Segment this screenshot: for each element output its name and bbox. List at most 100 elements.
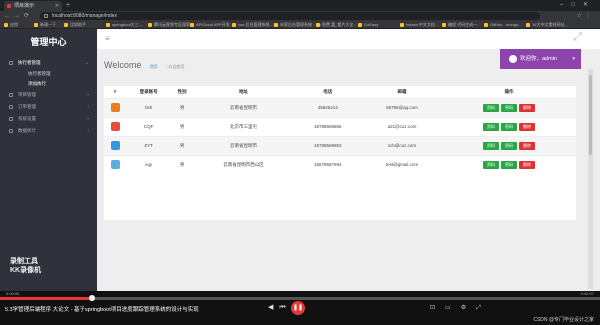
tab-title: 项目演示: [14, 3, 35, 9]
actions-cell: 资料 密码 删除: [442, 154, 576, 174]
progress-fill: [0, 297, 93, 300]
column-header: #: [113, 89, 117, 95]
sidebar-group-label: 订单管理: [18, 104, 36, 109]
bookmark-item[interactable]: APICloud APP开发...: [190, 21, 233, 29]
edit-button[interactable]: 资料: [483, 141, 500, 150]
bookmark-item[interactable]: 应用: [4, 21, 18, 29]
gender-cell: 男: [170, 116, 194, 136]
bookmark-item[interactable]: vue 后台管理系统 - 2...: [232, 21, 279, 29]
bookmark-item[interactable]: springboot大三-...: [106, 21, 143, 29]
progress-bar[interactable]: [0, 295, 600, 301]
sidebar-group-label: 数据统计: [18, 128, 36, 133]
app-area: 管理中心 执行者管理 ⌄ 执行者管理 添加执行 项目管理 › 订单管理 › 系统设置 › 数据统计 ›…: [0, 29, 600, 291]
address-bar-row: ←→⟳ localhost:8080/manage/index ☆⋮: [0, 11, 600, 21]
video-player-bar: 0:09:50 0:42:07 5.3学管理后端程序 大论文 - 基于sprin…: [0, 291, 600, 325]
sidebar-subitem[interactable]: 添加执行: [0, 79, 97, 89]
user-avatar-icon: [110, 122, 120, 131]
sidebar-group-label: 项目管理: [18, 92, 36, 97]
menu-icon: [9, 117, 13, 121]
user-avatar-icon: [110, 160, 120, 170]
bookmark-item[interactable]: 免费 富_看片大全...: [316, 21, 357, 29]
email-cell: a21@cuz.com: [361, 116, 443, 136]
sidebar-group[interactable]: 执行者管理 ⌄: [0, 57, 97, 69]
info-icon: [44, 14, 48, 18]
extension-icons[interactable]: ☆⋮: [577, 11, 594, 21]
bookmark-item[interactable]: 16大中文素材网站...: [526, 21, 568, 29]
tab-favicon-icon: [7, 4, 11, 8]
avatar-cell: [104, 97, 127, 117]
url-input[interactable]: localhost:8080/manage/index: [40, 12, 540, 20]
recorder-watermark: 录制工具 KK录像机: [10, 257, 41, 275]
user-table: # 登录账号 性别 地址 电话 邮箱 操作 hsh 男云南省昆明市 45845214 65786@…: [104, 86, 576, 174]
edit-button[interactable]: 资料: [483, 103, 500, 112]
bookmark-item[interactable]: lodash 中文文档...: [400, 21, 438, 29]
password-button[interactable]: 密码: [501, 160, 518, 169]
delete-button[interactable]: 删除: [519, 160, 536, 169]
browser-tab[interactable]: 项目演示 ✕: [4, 1, 62, 11]
menu-icon: [9, 105, 13, 109]
bookmark-item[interactable]: 腾讯云视频专区搜索: [148, 21, 190, 29]
user-menu[interactable]: 欢迎你，admin ▾: [500, 49, 581, 69]
avatar: [509, 55, 517, 63]
bookmarks-bar: 应用 新建一下 比较助手 springboot大三-... 腾讯云视频专区搜索 APICl…: [0, 21, 600, 29]
menu-icon: [9, 61, 13, 65]
menu-icon: [9, 129, 13, 133]
chevron-icon: ›: [87, 128, 89, 134]
delete-button[interactable]: 删除: [519, 122, 536, 131]
table-row: hsh 男云南省昆明市 45845214 65786@qq.com 资料 密码 删除: [104, 97, 576, 117]
bookmark-item[interactable]: GoEasy: [358, 21, 378, 29]
menu-icon: [9, 93, 13, 97]
progress-knob[interactable]: [89, 295, 96, 301]
gender-cell: 男: [170, 154, 194, 174]
table-header-row: # 登录账号 性别 地址 电话 邮箱 操作: [104, 86, 576, 98]
email-cell: test@gmail.com: [361, 154, 443, 174]
column-header: 邮箱: [397, 88, 407, 94]
password-button[interactable]: 密码: [501, 103, 518, 112]
sidebar: 管理中心 执行者管理 ⌄ 执行者管理 添加执行 项目管理 › 订单管理 › 系统设置 › 数据统计 ›…: [0, 29, 97, 291]
edit-button[interactable]: 资料: [483, 122, 500, 131]
sidebar-group[interactable]: 项目管理 ›: [0, 89, 97, 101]
bookmark-item[interactable]: 比较助手: [64, 21, 86, 29]
sidebar-subitem[interactable]: 执行者管理: [0, 69, 97, 79]
browser-tab-bar: 项目演示 ✕ + –□✕: [0, 0, 600, 11]
chevron-icon: ›: [87, 92, 89, 98]
sidebar-menu: 执行者管理 ⌄ 执行者管理 添加执行 项目管理 › 订单管理 › 系统设置 › 数据统计 ›: [0, 57, 97, 137]
fullscreen-icon[interactable]: ⤢: [573, 31, 582, 43]
breadcrumb-home[interactable]: 首页: [150, 61, 158, 73]
address-cell: 云南省昆明市: [193, 97, 294, 117]
password-button[interactable]: 密码: [501, 122, 518, 131]
scrollbar-thumb[interactable]: [589, 75, 592, 155]
nav-buttons[interactable]: ←→⟳: [4, 11, 33, 21]
chevron-icon: ⌄: [84, 60, 89, 66]
table-row: CQF 男北京市三里屯 18788569865 a21@cuz.com 资料 密码 删除: [104, 116, 576, 136]
email-cell: 65786@qq.com: [361, 97, 443, 117]
window-controls[interactable]: –□✕: [560, 0, 596, 10]
player-option-icons[interactable]: ⊡▭⚙⤢: [430, 303, 491, 313]
avatar-cell: [104, 135, 127, 155]
phone-cell: 18788569853: [293, 135, 362, 155]
phone-cell: 18788569865: [293, 116, 362, 136]
gender-cell: 男: [170, 135, 194, 155]
page-title: Welcome: [104, 60, 142, 70]
column-header: 地址: [238, 88, 248, 94]
sidebar-group[interactable]: 数据统计 ›: [0, 125, 97, 137]
bookmark-item[interactable]: GitHub - mongo...: [484, 21, 522, 29]
page-scrollbar[interactable]: [588, 69, 593, 289]
top-bar: ≡ ⤢: [97, 29, 600, 49]
sidebar-group[interactable]: 系统设置 ›: [0, 113, 97, 125]
edit-button[interactable]: 资料: [483, 160, 500, 169]
delete-button[interactable]: 删除: [519, 103, 536, 112]
bookmark-item[interactable]: 新建一下: [34, 21, 56, 29]
screen: 项目演示 ✕ + –□✕ ←→⟳ localhost:8080/manage/i…: [0, 0, 600, 325]
pause-icon[interactable]: ❚❚: [291, 301, 305, 315]
chevron-icon: ›: [87, 116, 89, 122]
delete-button[interactable]: 删除: [519, 141, 536, 150]
password-button[interactable]: 密码: [501, 141, 518, 150]
table-row: ZYT 男云南省昆明市 18788569853 sch@cuz.com 资料 密码 删除: [104, 135, 576, 155]
gender-cell: 男: [170, 97, 194, 117]
tab-close-icon[interactable]: ✕: [55, 1, 59, 11]
sidebar-group[interactable]: 订单管理 ›: [0, 101, 97, 113]
bookmark-item[interactable]: 编程 代码生成一...: [442, 21, 480, 29]
menu-toggle-icon[interactable]: ≡: [105, 35, 110, 43]
new-tab-icon[interactable]: +: [66, 1, 70, 10]
